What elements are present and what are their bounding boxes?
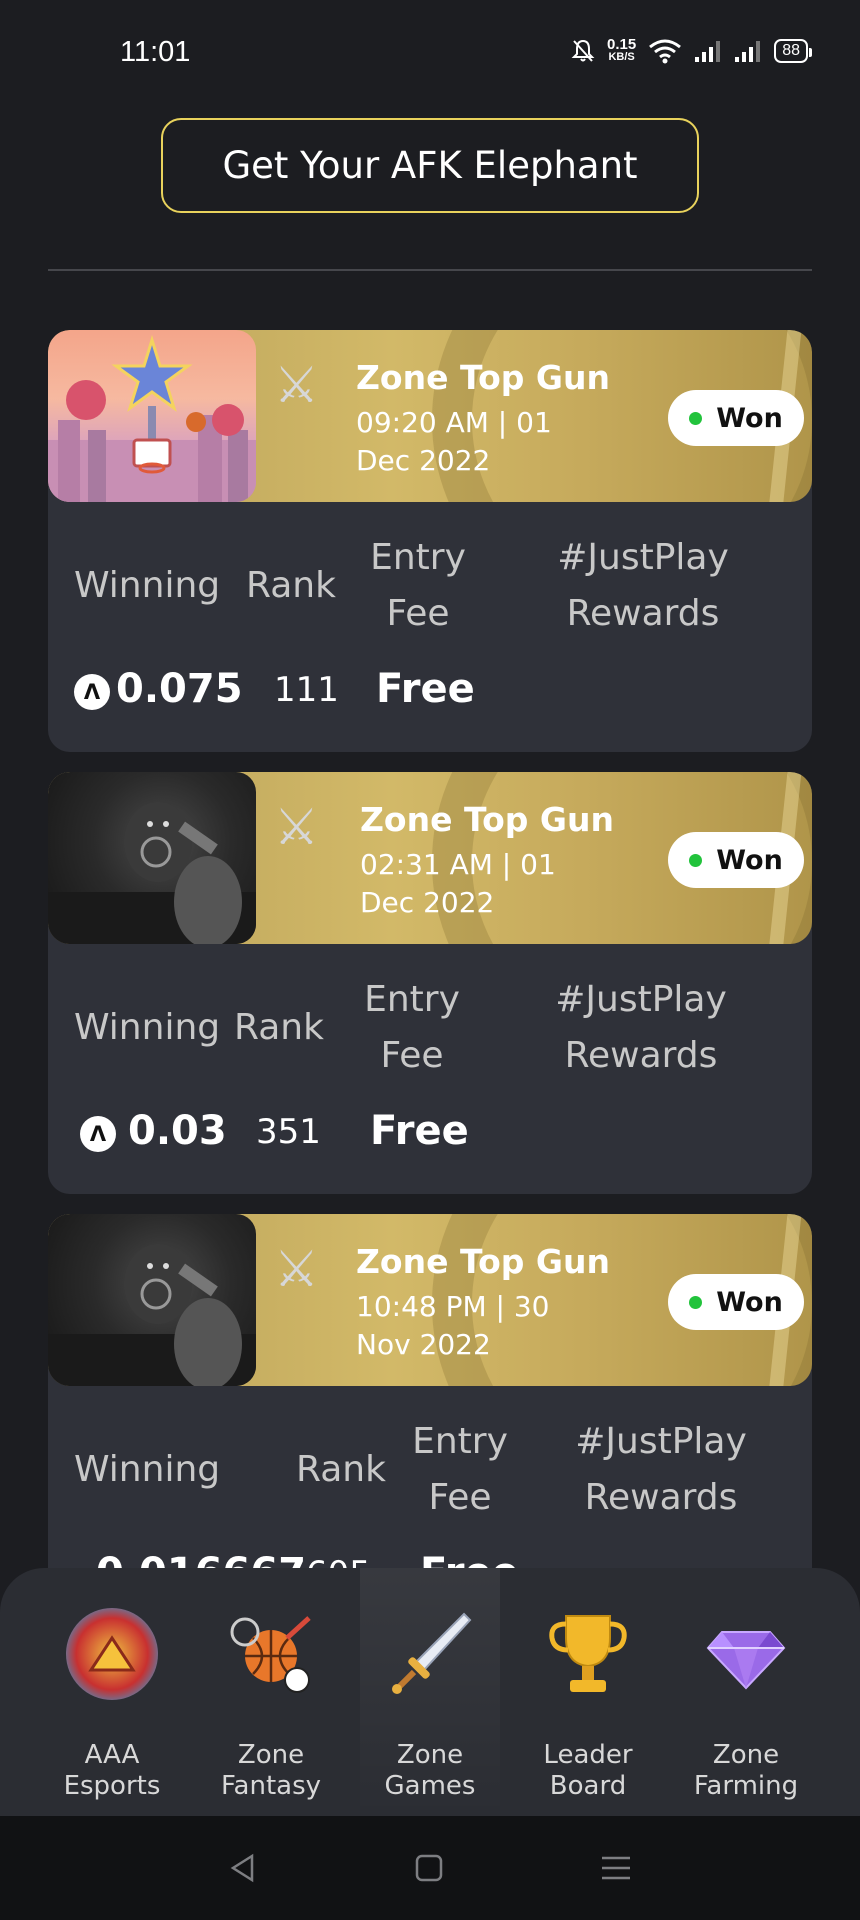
entry-fee-value: Free bbox=[370, 1108, 469, 1154]
status-bar: 11:01 0.15 KB/S 88 bbox=[0, 0, 860, 110]
rewards-label: #JustPlay Rewards bbox=[575, 1421, 747, 1518]
bottom-navigation: AAA Esports Zone Fantasy Zone Games Lead… bbox=[0, 1568, 860, 1816]
rank-value: 111 bbox=[274, 670, 339, 710]
wifi-icon bbox=[649, 39, 682, 64]
battery-indicator: 88 bbox=[774, 39, 812, 63]
card-header: ⚔ Zone Top Gun 02:31 AM | 01 Dec 2022 Wo… bbox=[48, 772, 812, 944]
notifications-off-icon bbox=[571, 39, 595, 62]
nav-item-zone-games[interactable]: Zone Games bbox=[355, 1608, 505, 1802]
game-thumbnail-dark-shooter bbox=[48, 1214, 256, 1386]
status-time: 11:01 bbox=[120, 36, 191, 68]
status-dot bbox=[689, 411, 703, 425]
trophy-icon bbox=[542, 1608, 634, 1700]
home-icon[interactable] bbox=[414, 1853, 444, 1883]
status-badge: Won bbox=[668, 390, 804, 446]
winning-value: 0.03 bbox=[128, 1108, 227, 1154]
game-thumbnail-dark-shooter bbox=[48, 772, 256, 944]
signal-icon-1 bbox=[695, 41, 721, 62]
winning-value: 0.075 bbox=[116, 666, 243, 712]
sword-icon bbox=[384, 1608, 476, 1700]
crossed-swords-icon: ⚔ bbox=[274, 356, 319, 414]
system-navigation-bar bbox=[0, 1816, 860, 1920]
game-title: Zone Top Gun bbox=[356, 358, 610, 397]
winning-label: Winning bbox=[74, 1007, 221, 1048]
card-header: ⚔ Zone Top Gun 10:48 PM | 30 Nov 2022 Wo… bbox=[48, 1214, 812, 1386]
status-icons: 0.15 KB/S 88 bbox=[571, 36, 812, 64]
winning-label: Winning bbox=[74, 1449, 221, 1490]
rank-label: Rank bbox=[234, 1007, 324, 1048]
back-icon[interactable] bbox=[228, 1853, 258, 1883]
menu-icon[interactable] bbox=[600, 1853, 632, 1883]
nav-item-leader-board[interactable]: Leader Board bbox=[513, 1608, 663, 1802]
game-date: 10:48 PM | 30 Nov 2022 bbox=[356, 1290, 550, 1361]
entry-fee-label: Entry Fee bbox=[412, 1421, 508, 1518]
crossed-swords-icon: ⚔ bbox=[274, 1240, 319, 1298]
status-dot bbox=[689, 853, 703, 867]
rank-label: Rank bbox=[246, 565, 336, 606]
diamond-icon bbox=[700, 1608, 792, 1700]
entry-fee-value: Free bbox=[376, 666, 475, 712]
nav-item-zone-farming[interactable]: Zone Farming bbox=[671, 1608, 821, 1802]
status-dot bbox=[689, 1295, 703, 1309]
game-thumbnail-hoop-star bbox=[48, 330, 256, 502]
card-header: ⚔ Zone Top Gun 09:20 AM | 01 Dec 2022 Wo… bbox=[48, 330, 812, 502]
token-icon: Λ bbox=[74, 674, 110, 710]
divider bbox=[48, 269, 812, 271]
game-title: Zone Top Gun bbox=[360, 800, 614, 839]
game-date: 09:20 AM | 01 Dec 2022 bbox=[356, 406, 552, 477]
esports-badge-icon bbox=[66, 1608, 158, 1700]
rank-value: 351 bbox=[256, 1112, 321, 1152]
status-badge: Won bbox=[668, 1274, 804, 1330]
entry-fee-label: Entry Fee bbox=[364, 979, 460, 1076]
entry-fee-label: Entry Fee bbox=[370, 537, 466, 634]
nav-item-aaa-esports[interactable]: AAA Esports bbox=[37, 1608, 187, 1802]
rewards-label: #JustPlay Rewards bbox=[555, 979, 727, 1076]
nav-item-zone-fantasy[interactable]: Zone Fantasy bbox=[196, 1608, 346, 1802]
token-icon: Λ bbox=[80, 1116, 116, 1152]
game-date: 02:31 AM | 01 Dec 2022 bbox=[360, 848, 556, 919]
rank-label: Rank bbox=[296, 1449, 386, 1490]
game-result-card[interactable]: ⚔ Zone Top Gun 09:20 AM | 01 Dec 2022 Wo… bbox=[48, 330, 812, 752]
get-afk-elephant-button[interactable]: Get Your AFK Elephant bbox=[161, 118, 699, 213]
signal-icon-2 bbox=[735, 41, 761, 62]
crossed-swords-icon: ⚔ bbox=[274, 798, 319, 856]
network-speed: 0.15 KB/S bbox=[607, 36, 637, 63]
rewards-label: #JustPlay Rewards bbox=[557, 537, 729, 634]
winning-label: Winning bbox=[74, 565, 221, 606]
game-result-card[interactable]: ⚔ Zone Top Gun 02:31 AM | 01 Dec 2022 Wo… bbox=[48, 772, 812, 1194]
status-badge: Won bbox=[668, 832, 804, 888]
sports-balls-icon bbox=[225, 1608, 317, 1700]
game-title: Zone Top Gun bbox=[356, 1242, 610, 1281]
